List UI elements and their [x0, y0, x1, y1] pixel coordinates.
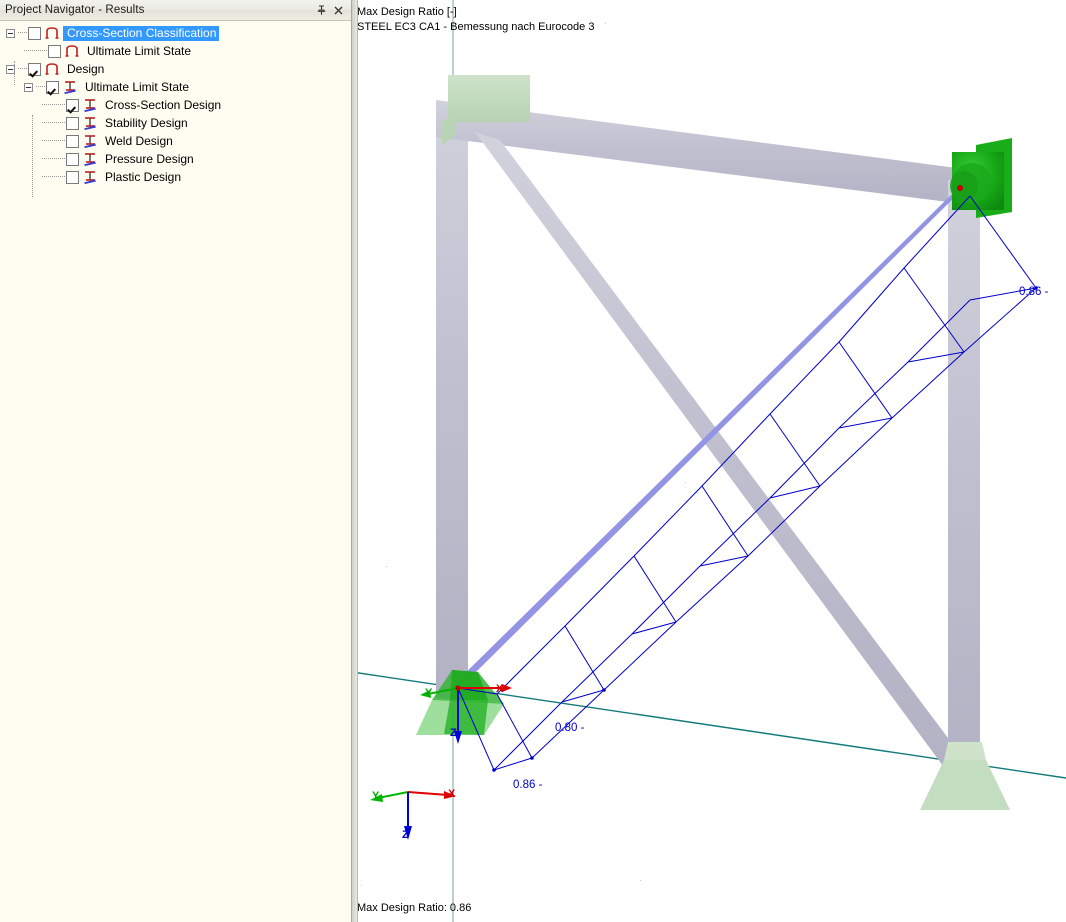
- result-quantity-label: Max Design Ratio [-]: [357, 6, 457, 18]
- tree-item-weld-design[interactable]: Weld Design: [0, 132, 351, 150]
- structure-render: [352, 0, 1066, 922]
- tree-item-checkbox[interactable]: [66, 134, 79, 148]
- origin-axis-z-label: Z: [450, 727, 457, 739]
- tree-item-label: Pressure Design: [105, 151, 194, 166]
- tree-item-label: Cross-Section Design: [105, 97, 222, 112]
- origin-axis-x-label: X: [496, 683, 504, 695]
- project-navigator-panel: Project Navigator - Results Cross-Sectio…: [0, 0, 352, 922]
- tree-item-ultimate-limit-state[interactable]: Ultimate Limit State: [0, 42, 351, 60]
- viewport-left-edge: [352, 0, 358, 922]
- tree-item-checkbox[interactable]: [46, 80, 59, 94]
- tree-connector: [38, 50, 47, 52]
- ratio-label: 0.86 -: [1019, 286, 1049, 298]
- tree-item-cross-section-classification[interactable]: Cross-Section Classification: [0, 24, 351, 42]
- tree-item-design[interactable]: Design: [0, 60, 351, 78]
- tree-item-checkbox[interactable]: [66, 98, 79, 112]
- tree-connector: [42, 104, 55, 106]
- tree-connector: [42, 140, 55, 142]
- section-classification-icon: [44, 62, 61, 76]
- i-beam-icon: [82, 98, 99, 112]
- support-bottom-left: [416, 670, 504, 735]
- section-classification-icon: [44, 26, 61, 40]
- tree-item-pressure-design[interactable]: Pressure Design: [0, 150, 351, 168]
- section-classification-icon: [64, 44, 81, 58]
- 3d-viewport[interactable]: Max Design Ratio [-] STEEL EC3 CA1 - Bem…: [352, 0, 1066, 922]
- max-design-ratio-status: Max Design Ratio: 0.86: [357, 902, 472, 914]
- i-beam-icon: [82, 134, 99, 148]
- node-marker: [957, 185, 963, 191]
- tree-item-ultimate-limit-state[interactable]: Ultimate Limit State: [0, 78, 351, 96]
- tree-item-label: Weld Design: [105, 133, 173, 148]
- tree-item-label: Ultimate Limit State: [87, 43, 192, 58]
- triad-axis-y-label: Y: [372, 790, 380, 802]
- load-case-label: STEEL EC3 CA1 - Bemessung nach Eurocode …: [357, 21, 595, 33]
- tree-item-plastic-design[interactable]: Plastic Design: [0, 168, 351, 186]
- tree-connector: [18, 32, 27, 34]
- i-beam-icon: [62, 80, 79, 94]
- tree-connector: [18, 68, 27, 70]
- tree-item-checkbox[interactable]: [28, 26, 41, 40]
- tree-connector: [42, 122, 55, 124]
- right-column: [948, 180, 980, 782]
- ratio-label: 0.80 -: [555, 722, 585, 734]
- pin-icon[interactable]: [314, 3, 329, 18]
- tree-expander-icon[interactable]: [6, 64, 15, 74]
- tree-connector: [56, 140, 65, 142]
- tree-connector: [56, 158, 65, 160]
- tree-connector: [42, 158, 55, 160]
- navigator-titlebar: Project Navigator - Results: [0, 0, 351, 21]
- rfem-results-window: Project Navigator - Results Cross-Sectio…: [0, 0, 1066, 922]
- tree-item-label: Ultimate Limit State: [85, 79, 190, 94]
- tree-item-stability-design[interactable]: Stability Design: [0, 114, 351, 132]
- tree-item-checkbox[interactable]: [66, 170, 79, 184]
- tree-expander-icon[interactable]: [24, 82, 33, 92]
- navigator-title: Project Navigator - Results: [5, 4, 145, 16]
- tree-item-checkbox[interactable]: [28, 62, 41, 76]
- origin-axis-y-label: Y: [425, 687, 433, 699]
- tree-item-checkbox[interactable]: [66, 152, 79, 166]
- left-column: [436, 100, 468, 700]
- triad-axis-z-label: Z: [402, 829, 409, 841]
- tree-connector: [42, 176, 55, 178]
- tree-item-cross-section-design[interactable]: Cross-Section Design: [0, 96, 351, 114]
- tree-item-label: Plastic Design: [105, 169, 182, 184]
- support-top-left: [448, 75, 530, 122]
- results-tree[interactable]: Cross-Section Classification Ultimate Lim…: [0, 21, 351, 922]
- highlighted-diagonal-member: [448, 180, 972, 690]
- support-top-right: [950, 138, 1012, 218]
- close-icon[interactable]: [331, 3, 346, 18]
- tree-connector: [56, 104, 65, 106]
- axis-triad: [370, 791, 456, 840]
- tree-item-label: Design: [67, 61, 105, 76]
- ratio-label: 0.86 -: [513, 779, 543, 791]
- tree-item-label: Stability Design: [105, 115, 188, 130]
- tree-item-checkbox[interactable]: [48, 44, 61, 58]
- i-beam-icon: [82, 170, 99, 184]
- tree-connector: [56, 176, 65, 178]
- diagonal-brace-grey: [475, 132, 972, 770]
- tree-connector: [24, 50, 37, 52]
- tree-connector: [56, 122, 65, 124]
- i-beam-icon: [82, 116, 99, 130]
- tree-item-label: Cross-Section Classification: [63, 25, 220, 41]
- triad-axis-x-label: X: [448, 788, 456, 800]
- tree-connector: [36, 86, 45, 88]
- tree-item-checkbox[interactable]: [66, 116, 79, 130]
- tree-expander-icon[interactable]: [6, 28, 15, 38]
- i-beam-icon: [82, 152, 99, 166]
